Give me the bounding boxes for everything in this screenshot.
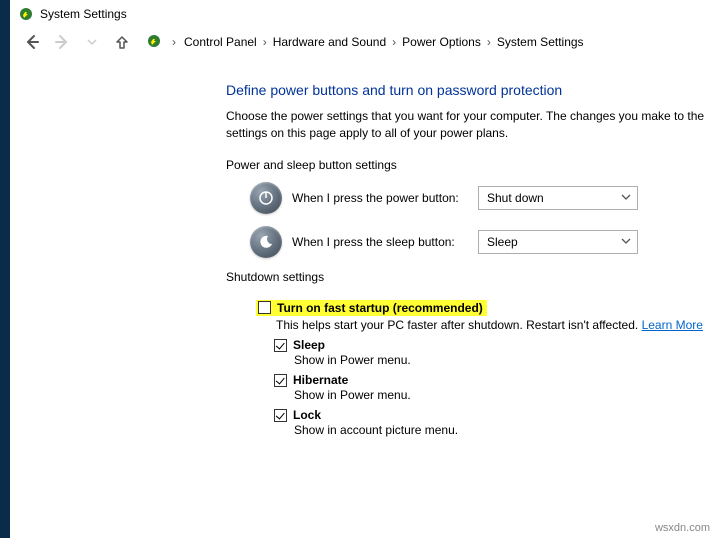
power-icon <box>250 182 282 214</box>
recent-dropdown-icon[interactable] <box>78 30 106 54</box>
chevron-right-icon: › <box>168 35 180 49</box>
chevron-down-icon <box>621 191 631 205</box>
chevron-right-icon: › <box>259 35 271 49</box>
breadcrumb-item[interactable]: Power Options <box>400 35 483 49</box>
forward-button[interactable] <box>48 30 76 54</box>
lock-checkbox[interactable] <box>274 409 287 422</box>
breadcrumb-item[interactable]: Hardware and Sound <box>271 35 388 49</box>
lock-option-desc: Show in account picture menu. <box>294 423 720 437</box>
lock-option-label: Lock <box>293 408 321 422</box>
watermark: wsxdn.com <box>655 522 710 534</box>
hibernate-option-desc: Show in Power menu. <box>294 388 720 402</box>
fast-startup-desc: This helps start your PC faster after sh… <box>276 318 642 332</box>
hibernate-option-label: Hibernate <box>293 373 348 387</box>
sleep-option-desc: Show in Power menu. <box>294 353 720 367</box>
section-power-sleep: Power and sleep button settings <box>226 158 720 172</box>
breadcrumb[interactable]: Control Panel › Hardware and Sound › Pow… <box>182 35 586 49</box>
power-button-label: When I press the power button: <box>292 191 468 205</box>
power-button-value: Shut down <box>487 191 544 205</box>
learn-more-link[interactable]: Learn More <box>642 318 703 332</box>
chevron-right-icon: › <box>388 35 400 49</box>
sleep-option-label: Sleep <box>293 338 325 352</box>
sleep-button-select[interactable]: Sleep <box>478 230 638 254</box>
power-options-icon <box>18 6 34 22</box>
up-button[interactable] <box>108 30 136 54</box>
page-description: Choose the power settings that you want … <box>226 108 720 142</box>
sleep-button-value: Sleep <box>487 235 518 249</box>
sleep-button-label: When I press the sleep button: <box>292 235 468 249</box>
breadcrumb-root-icon <box>146 33 162 52</box>
sleep-checkbox[interactable] <box>274 339 287 352</box>
window-title: System Settings <box>40 7 127 21</box>
hibernate-checkbox[interactable] <box>274 374 287 387</box>
breadcrumb-item[interactable]: Control Panel <box>182 35 259 49</box>
breadcrumb-item[interactable]: System Settings <box>495 35 586 49</box>
fast-startup-checkbox[interactable] <box>258 301 271 314</box>
section-shutdown: Shutdown settings <box>226 270 720 284</box>
chevron-down-icon <box>621 235 631 249</box>
sleep-icon <box>250 226 282 258</box>
back-button[interactable] <box>18 30 46 54</box>
power-button-select[interactable]: Shut down <box>478 186 638 210</box>
chevron-right-icon: › <box>483 35 495 49</box>
fast-startup-label: Turn on fast startup (recommended) <box>277 301 483 315</box>
page-title: Define power buttons and turn on passwor… <box>226 82 720 98</box>
